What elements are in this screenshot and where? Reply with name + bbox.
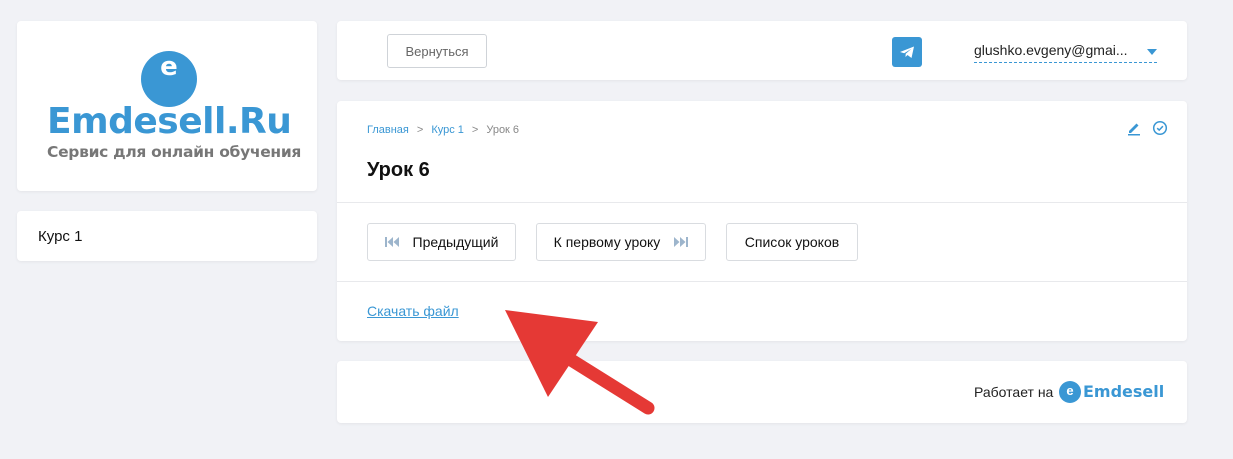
breadcrumb-separator: >	[416, 124, 424, 136]
first-lesson-button[interactable]: К первому уроку	[536, 223, 706, 261]
top-bar: Вернуться glushko.evgeny@gmai...	[337, 21, 1187, 80]
logo-card: e Emdesell.Ru Сервис для онлайн обучения	[17, 21, 317, 191]
user-menu[interactable]: glushko.evgeny@gmai...	[974, 42, 1157, 63]
footer-logo-icon: e	[1059, 381, 1081, 403]
logo[interactable]: e Emdesell.Ru Сервис для онлайн обучения	[47, 51, 302, 191]
divider	[337, 202, 1187, 203]
red-arrow-annotation	[505, 310, 655, 415]
breadcrumb-home[interactable]: Главная	[367, 124, 409, 136]
footer-brand[interactable]: Emdesell	[1083, 382, 1164, 401]
lesson-list-label: Список уроков	[744, 234, 840, 250]
divider	[337, 281, 1187, 282]
breadcrumb: Главная > Курс 1 > Урок 6	[367, 124, 519, 136]
sidebar-course-item[interactable]: Курс 1	[17, 211, 317, 261]
skip-back-icon	[384, 237, 399, 247]
logo-brand-name: Emdesell	[47, 101, 226, 142]
telegram-icon	[900, 46, 914, 58]
first-lesson-label: К первому уроку	[553, 234, 661, 250]
logo-brand: Emdesell.Ru	[47, 101, 292, 142]
breadcrumb-separator: >	[471, 124, 479, 136]
previous-lesson-button[interactable]: Предыдущий	[367, 223, 516, 261]
chevron-down-icon[interactable]	[1147, 49, 1157, 55]
skip-forward-icon	[674, 237, 689, 247]
check-circle-icon[interactable]	[1152, 120, 1168, 136]
breadcrumb-current: Урок 6	[486, 124, 520, 136]
telegram-button[interactable]	[892, 37, 922, 67]
logo-badge-letter: e	[160, 52, 178, 82]
logo-badge-icon: e	[141, 51, 197, 107]
sidebar-course-label: Курс 1	[38, 228, 83, 245]
breadcrumb-course[interactable]: Курс 1	[431, 124, 464, 136]
download-file-link[interactable]: Скачать файл	[367, 303, 459, 319]
lesson-list-button[interactable]: Список уроков	[726, 223, 858, 261]
powered-by-label: Работает на	[974, 384, 1054, 400]
logo-tagline: Сервис для онлайн обучения	[47, 143, 302, 161]
lesson-card: Главная > Курс 1 > Урок 6 Урок 6 Предыдущий …	[337, 101, 1187, 341]
logo-brand-suffix: .Ru	[225, 101, 292, 142]
edit-icon[interactable]	[1126, 120, 1142, 136]
page-title: Урок 6	[367, 159, 430, 181]
footer: Работает на e Emdesell	[337, 361, 1187, 423]
back-button[interactable]: Вернуться	[387, 34, 487, 68]
previous-lesson-label: Предыдущий	[412, 234, 499, 250]
